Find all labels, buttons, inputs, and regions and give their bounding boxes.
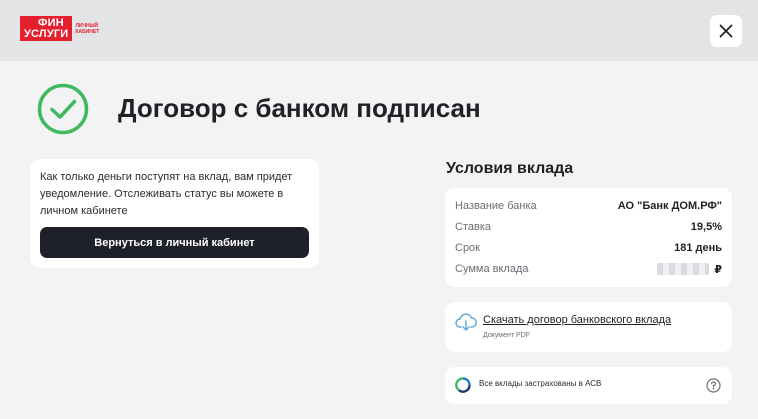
logo-subtitle: личный кабинет (75, 22, 100, 35)
info-card: Как только деньги поступят на вклад, вам… (30, 159, 319, 268)
asv-logo-icon (455, 377, 471, 393)
terms-row-bank: Название банка АО "Банк ДОМ.РФ" (455, 198, 722, 214)
download-contract-link[interactable]: Скачать договор банковского вклада (483, 314, 671, 326)
insurance-text: Все вклады застрахованы в АСВ (479, 379, 602, 388)
currency-sign: ₽ (714, 263, 722, 276)
terms-label: Сумма вклада (455, 263, 529, 275)
info-text: Как только деньги поступят на вклад, вам… (40, 171, 293, 217)
terms-row-term: Срок 181 день (455, 240, 722, 256)
terms-label: Название банка (455, 200, 537, 212)
terms-label: Ставка (455, 221, 491, 233)
terms-value: 19,5% (690, 221, 722, 233)
terms-row-amount: Сумма вклада ₽ (455, 261, 722, 277)
cloud-download-icon (455, 313, 477, 331)
back-to-cabinet-button[interactable]: Вернуться в личный кабинет (40, 227, 309, 258)
document-type: Документ PDF (483, 332, 530, 339)
close-button[interactable] (710, 15, 742, 47)
terms-value: АО "Банк ДОМ.РФ" (617, 200, 722, 212)
terms-row-rate: Ставка 19,5% (455, 219, 722, 235)
deposit-terms-card: Название банка АО "Банк ДОМ.РФ" Ставка 1… (445, 188, 732, 287)
insurance-card: Все вклады застрахованы в АСВ (445, 367, 732, 404)
finuslugi-logo[interactable]: ФИН УСЛУГИ личный кабинет (20, 16, 103, 41)
hidden-amount (657, 263, 710, 275)
download-contract-card: Скачать договор банковского вклада Докум… (445, 302, 732, 352)
close-icon (719, 24, 733, 38)
terms-label: Срок (455, 242, 480, 254)
logo-line-2: УСЛУГИ (24, 28, 69, 40)
logo-mark: ФИН УСЛУГИ (20, 16, 73, 41)
amount-value: ₽ (657, 263, 722, 276)
help-icon[interactable] (706, 378, 721, 393)
terms-value: 181 день (674, 242, 722, 254)
top-bar: ФИН УСЛУГИ личный кабинет (0, 0, 758, 61)
page-title: Договор с банком подписан (118, 93, 481, 123)
check-circle-icon (37, 83, 89, 135)
terms-title: Условия вклада (446, 160, 574, 177)
